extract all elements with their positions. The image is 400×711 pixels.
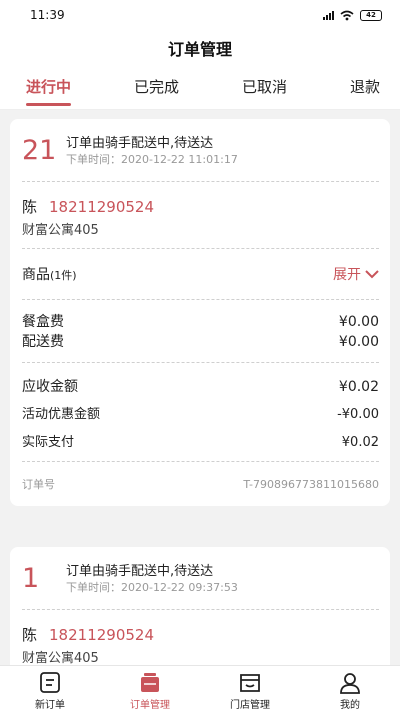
customer-info: 陈 18211290524 财富公寓405: [22, 610, 379, 665]
order-time: 下单时间：2020-12-22 11:01:17: [66, 153, 238, 166]
wifi-icon: [340, 10, 354, 20]
paid-value: ¥0.02: [341, 435, 379, 450]
store-icon: [240, 674, 260, 692]
customer-name: 陈: [22, 626, 38, 644]
status-bar: 11:39 42: [0, 0, 400, 30]
nav-mine[interactable]: 我的: [300, 666, 400, 711]
discount-row: 活动优惠金额 -¥0.00: [22, 401, 379, 429]
order-header: 1 订单由骑手配送中,待送达 下单时间：2020-12-22 09:37:53: [22, 547, 379, 609]
order-no-label: 订单号: [22, 478, 55, 491]
tab-in-progress[interactable]: 进行中: [26, 70, 72, 109]
order-no-value: T-790896773811015680: [243, 477, 379, 491]
order-no-row: 订单号 T-790896773811015680: [22, 462, 379, 506]
paid-label: 实际支付: [22, 435, 75, 450]
chevron-down-icon: [365, 269, 379, 278]
nav-order-manage[interactable]: 订单管理: [100, 666, 200, 711]
goods-label: 商品: [22, 267, 50, 283]
nav-new-order[interactable]: 新订单: [0, 666, 100, 711]
discount-value: -¥0.00: [337, 407, 379, 422]
order-status: 订单由骑手配送中,待送达: [66, 564, 214, 579]
receivable-value: ¥0.02: [338, 379, 379, 395]
payment-block: 应收金额 ¥0.02 活动优惠金额 -¥0.00 实际支付 ¥0.02: [22, 363, 379, 461]
box-fee-value: ¥0.00: [338, 314, 379, 330]
order-tabs: 进行中 已完成 已取消 退款: [0, 70, 400, 110]
expand-label: 展开: [333, 267, 361, 283]
customer-phone[interactable]: 18211290524: [49, 198, 154, 216]
order-list[interactable]: 21 订单由骑手配送中,待送达 下单时间：2020-12-22 11:01:17…: [0, 111, 400, 665]
customer-info: 陈 18211290524 财富公寓405: [22, 182, 379, 248]
nav-label: 新订单: [35, 700, 65, 711]
goods-row: 商品(1件) 展开: [22, 249, 379, 299]
delivery-fee-row: 配送费 ¥0.00: [22, 332, 379, 352]
fee-block: 餐盒费 ¥0.00 配送费 ¥0.00: [22, 300, 379, 362]
order-header: 21 订单由骑手配送中,待送达 下单时间：2020-12-22 11:01:17: [22, 119, 379, 181]
box-fee-label: 餐盒费: [22, 314, 64, 330]
order-time: 下单时间：2020-12-22 09:37:53: [66, 581, 238, 594]
nav-label: 我的: [340, 700, 360, 711]
order-status: 订单由骑手配送中,待送达: [66, 136, 214, 151]
goods-count: (1件): [50, 269, 77, 282]
new-order-icon: [40, 672, 60, 693]
delivery-fee-label: 配送费: [22, 334, 64, 350]
paid-row: 实际支付 ¥0.02: [22, 429, 379, 457]
nav-store-manage[interactable]: 门店管理: [200, 666, 300, 711]
tab-refund[interactable]: 退款: [350, 70, 380, 109]
user-icon: [340, 673, 360, 694]
battery-icon: 42: [360, 9, 382, 21]
nav-label: 订单管理: [130, 700, 170, 711]
goods-label-group: 商品(1件): [22, 264, 77, 284]
order-number: 21: [22, 135, 57, 166]
bottom-nav: 新订单 订单管理 门店管理 我的: [0, 665, 400, 711]
discount-label: 活动优惠金额: [22, 407, 101, 422]
tab-completed[interactable]: 已完成: [134, 70, 179, 109]
page-title: 订单管理: [0, 30, 400, 70]
receivable-label: 应收金额: [22, 379, 78, 395]
tab-cancelled[interactable]: 已取消: [242, 70, 287, 109]
expand-button[interactable]: 展开: [333, 264, 379, 284]
order-number: 1: [22, 563, 40, 594]
status-time: 11:39: [30, 8, 65, 22]
order-card[interactable]: 1 订单由骑手配送中,待送达 下单时间：2020-12-22 09:37:53 …: [10, 547, 390, 665]
status-icons: 42: [323, 9, 382, 21]
customer-address: 财富公寓405: [22, 651, 99, 665]
order-card[interactable]: 21 订单由骑手配送中,待送达 下单时间：2020-12-22 11:01:17…: [10, 119, 390, 506]
nav-label: 门店管理: [230, 700, 270, 711]
order-manage-icon: [141, 673, 159, 692]
signal-icon: [323, 10, 334, 20]
customer-phone[interactable]: 18211290524: [49, 626, 154, 644]
delivery-fee-value: ¥0.00: [338, 334, 379, 350]
customer-name: 陈: [22, 198, 38, 216]
receivable-row: 应收金额 ¥0.02: [22, 373, 379, 401]
customer-address: 财富公寓405: [22, 223, 99, 238]
box-fee-row: 餐盒费 ¥0.00: [22, 312, 379, 332]
